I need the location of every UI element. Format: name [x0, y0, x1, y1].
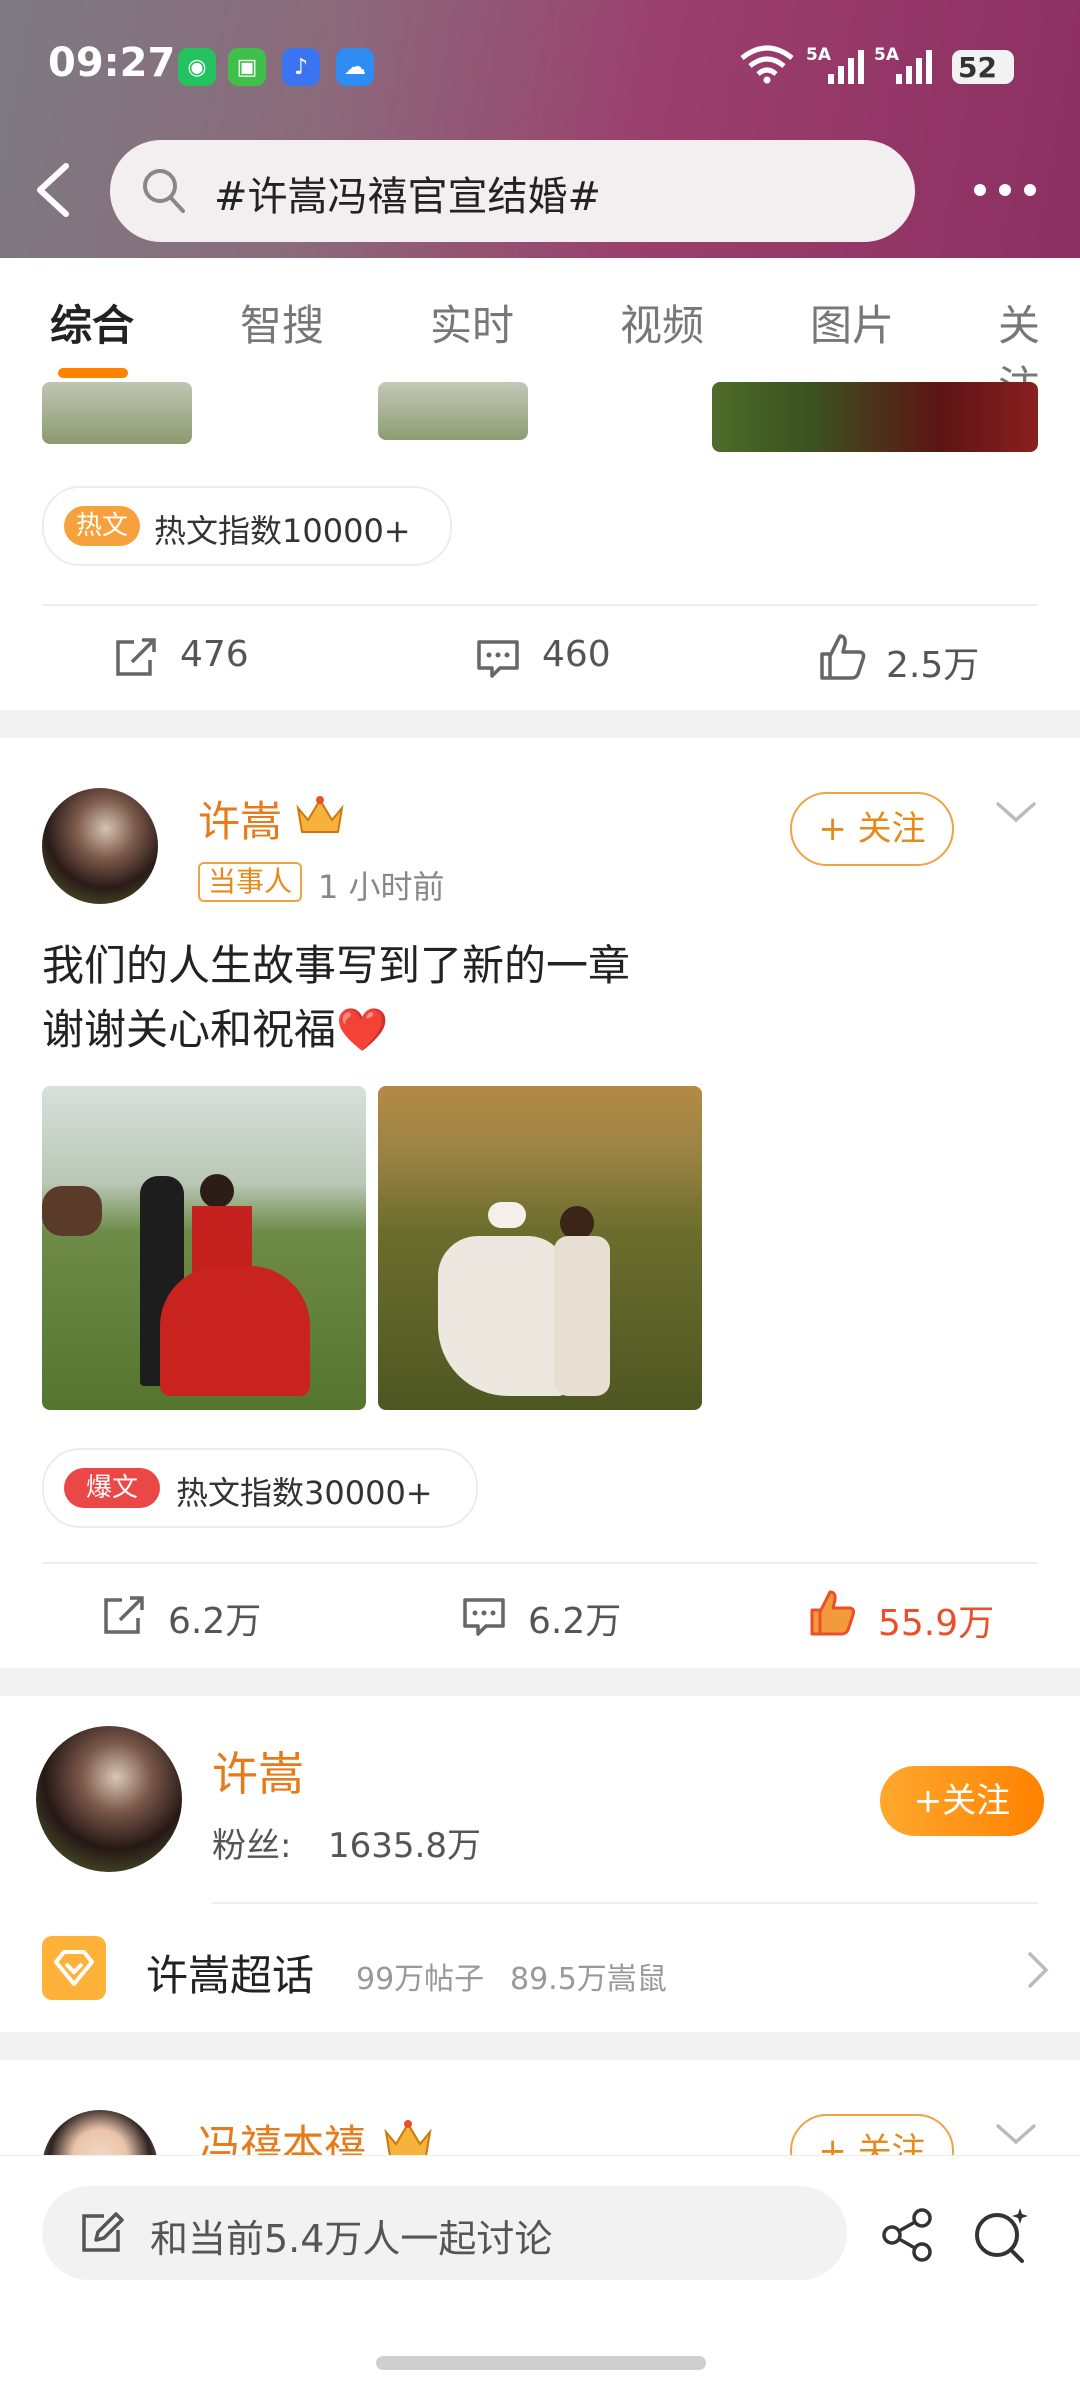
tab-realtime[interactable]: 实时 [430, 292, 514, 353]
follow-button[interactable]: + 关注 [790, 2114, 954, 2155]
wifi-icon [738, 44, 796, 88]
comment-count: 460 [542, 634, 611, 675]
hot-index-pill[interactable]: 爆文 热文指数30000+ [42, 1448, 478, 1528]
avatar[interactable] [42, 2110, 158, 2155]
repost-count: 6.2万 [168, 1601, 262, 1642]
wedding-photo-1[interactable] [42, 1086, 366, 1410]
post-text-line-1: 我们的人生故事写到了新的一章 [42, 941, 631, 990]
search-icon [140, 166, 188, 220]
chevron-down-icon[interactable] [994, 2120, 1038, 2152]
comment-icon[interactable] [474, 636, 522, 684]
app-notification-icon: ▣ [228, 48, 266, 86]
bottom-bar: 和当前5.4万人一起讨论 [0, 2155, 1080, 2391]
edit-icon [78, 2210, 124, 2260]
super-topic-icon [42, 1936, 106, 2000]
hot-index-text: 热文指数30000+ [176, 1474, 433, 1512]
post-image[interactable] [378, 382, 528, 440]
liked-icon[interactable] [808, 1588, 858, 1642]
tab-smart-search[interactable]: 智搜 [240, 292, 324, 353]
hot-index-text: 热文指数10000+ [154, 512, 411, 550]
weather-icon: ☁ [336, 48, 374, 86]
crown-badge-icon [380, 2116, 436, 2155]
super-topic-name: 许嵩超话 [146, 1951, 315, 2000]
like-count: 55.9万 [878, 1603, 995, 1644]
bride-head [200, 1174, 234, 1208]
more-options-icon[interactable] [970, 175, 1040, 205]
divider [42, 604, 1038, 606]
author-name[interactable]: 许嵩 [198, 788, 282, 849]
tab-comprehensive[interactable]: 综合 [50, 292, 134, 353]
crown-badge-icon [292, 792, 348, 842]
back-button[interactable] [30, 160, 80, 220]
tab-video[interactable]: 视频 [620, 292, 704, 353]
divider [42, 1562, 1038, 1564]
repost-icon[interactable] [112, 636, 160, 684]
user-name[interactable]: 许嵩 [212, 1738, 304, 1804]
author-name[interactable]: 冯禧本禧 [198, 2112, 366, 2155]
search-input[interactable]: #许嵩冯禧官宣结婚# [110, 140, 915, 242]
hot-badge: 热文 [64, 506, 140, 546]
tab-bar: 综合 智搜 实时 视频 图片 关注 [0, 258, 1080, 411]
signal-5a-icon-1: 5A [806, 44, 866, 90]
follow-button[interactable]: +关注 [880, 1766, 1044, 1836]
avatar[interactable] [42, 788, 158, 904]
follow-button[interactable]: + 关注 [790, 792, 954, 866]
like-icon[interactable] [818, 632, 868, 686]
tab-images[interactable]: 图片 [810, 292, 894, 353]
wedding-photo-2[interactable] [378, 1086, 702, 1410]
status-time: 09:27 [48, 40, 176, 86]
post-image[interactable] [42, 382, 192, 444]
viral-badge: 爆文 [64, 1468, 160, 1508]
super-topic-posts: 99万帖子 [356, 1962, 485, 1997]
home-indicator [376, 2356, 706, 2370]
repost-icon[interactable] [100, 1594, 148, 1642]
user-card: 许嵩 粉丝: 1635.8万 +关注 许嵩超话 99万帖子 89.5万嵩鼠 [0, 1696, 1080, 2032]
fans-count: 1635.8万 [328, 1826, 481, 1866]
post-card-2: 许嵩 当事人 1 小时前 + 关注 我们的人生故事写到了新的一章 谢谢关心和祝福… [0, 738, 1080, 1668]
bride-hat [488, 1202, 526, 1228]
battery-icon: 52 [952, 50, 1014, 84]
share-icon[interactable] [878, 2206, 936, 2268]
signal-5a-icon-2: 5A [874, 44, 934, 90]
like-count: 2.5万 [886, 645, 980, 686]
svg-text:5A: 5A [874, 45, 900, 65]
super-topic-members: 89.5万嵩鼠 [510, 1962, 667, 1997]
hot-index-pill[interactable]: 热文 热文指数10000+ [42, 486, 452, 566]
post-card-3: 冯禧本禧 + 关注 [0, 2060, 1080, 2155]
comment-icon[interactable] [460, 1594, 508, 1642]
post-text: 我们的人生故事写到了新的一章 谢谢关心和祝福❤️ [42, 934, 630, 1062]
chevron-down-icon[interactable] [994, 798, 1038, 830]
post-image[interactable] [712, 382, 1038, 452]
post-time: 1 小时前 [318, 868, 445, 906]
post-card-1: 热文 热文指数10000+ 476 460 2.5万 [0, 382, 1080, 710]
divider [212, 1902, 1038, 1904]
white-gown [438, 1236, 568, 1396]
groom-suit [554, 1236, 610, 1396]
discuss-placeholder: 和当前5.4万人一起讨论 [150, 2217, 553, 2261]
active-tab-indicator [58, 368, 128, 378]
avatar[interactable] [36, 1726, 182, 1872]
repost-count: 476 [180, 634, 249, 675]
horse [42, 1186, 102, 1236]
header: 09:27 ◉ ▣ ♪ ☁ 5A 5A 52 #许嵩冯禧官宣结婚# [0, 0, 1080, 258]
comment-count: 6.2万 [528, 1601, 622, 1642]
chevron-right-icon [1026, 1950, 1050, 1994]
post-text-line-2: 谢谢关心和祝福❤️ [42, 1005, 389, 1054]
red-gown [160, 1266, 310, 1396]
search-query: #许嵩冯禧官宣结婚# [214, 174, 602, 220]
fans-label: 粉丝: [212, 1826, 292, 1866]
participant-tag: 当事人 [198, 862, 303, 902]
wechat-icon: ◉ [178, 48, 216, 86]
discuss-input[interactable]: 和当前5.4万人一起讨论 [42, 2186, 847, 2280]
ai-search-icon[interactable] [970, 2204, 1032, 2270]
super-topic-row[interactable]: 许嵩超话 99万帖子 89.5万嵩鼠 [0, 1906, 1080, 2032]
voice-app-icon: ♪ [282, 48, 320, 86]
groom-head [560, 1206, 594, 1240]
svg-text:5A: 5A [806, 45, 832, 65]
